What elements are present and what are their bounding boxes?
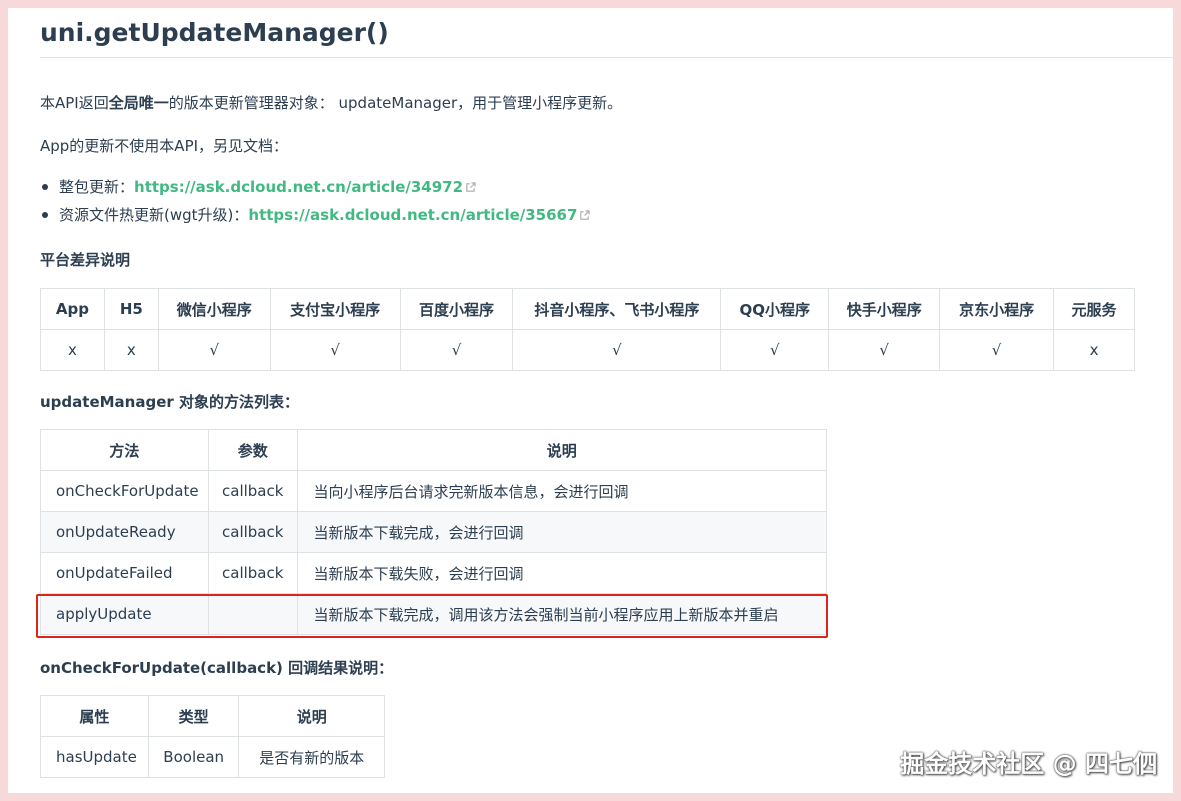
table-row: onUpdateReady callback 当新版本下载完成，会进行回调 (40, 511, 828, 553)
method-param: callback (207, 552, 298, 594)
methods-heading: updateManager 对象的方法列表： (40, 393, 299, 411)
th-method: 方法 (40, 429, 209, 471)
method-name: onUpdateReady (40, 511, 209, 553)
list-item: 资源文件热更新(wgt升级)：https://ask.dcloud.net.cn… (41, 201, 591, 229)
th-desc: 说明 (238, 695, 385, 737)
table-row: hasUpdate Boolean 是否有新的版本 (40, 736, 385, 778)
th-douyin-feishu: 抖音小程序、飞书小程序 (512, 288, 722, 330)
page-title: uni.getUpdateManager() (40, 18, 1173, 58)
article-link-34972[interactable]: https://ask.dcloud.net.cn/article/34972 (134, 178, 463, 196)
method-name: onCheckForUpdate (40, 470, 209, 512)
app-note: App的更新不使用本API，另见文档： (40, 137, 289, 155)
cell: √ (720, 329, 830, 371)
th-baidu: 百度小程序 (399, 288, 514, 330)
th-property: 属性 (40, 695, 149, 737)
method-desc: 当向小程序后台请求完新版本信息，会进行回调 (296, 470, 828, 512)
page-frame: uni.getUpdateManager() 本API返回全局唯一的版本更新管理… (8, 8, 1173, 793)
property-desc: 是否有新的版本 (238, 736, 385, 778)
cell: √ (512, 329, 722, 371)
method-desc: 当新版本下载完成，会进行回调 (296, 511, 828, 553)
property-type: Boolean (147, 736, 240, 778)
highlight-box (36, 594, 828, 638)
doc-links-list: 整包更新：https://ask.dcloud.net.cn/article/3… (40, 173, 591, 229)
table-header-row: 方法 参数 说明 (40, 429, 828, 471)
external-link-icon (580, 210, 591, 220)
cell: √ (828, 329, 941, 371)
cell: x (40, 329, 105, 371)
th-qq: QQ小程序 (720, 288, 830, 330)
intro-prefix: 本API返回 (40, 94, 109, 112)
callback-table: 属性 类型 说明 hasUpdate Boolean 是否有新的版本 (40, 695, 385, 778)
cell: x (1053, 329, 1135, 371)
table-row: x x √ √ √ √ √ √ √ x (40, 329, 1135, 371)
th-param: 参数 (207, 429, 298, 471)
property-name: hasUpdate (40, 736, 149, 778)
method-param: callback (207, 511, 298, 553)
link-label: 资源文件热更新(wgt升级)： (59, 206, 249, 224)
th-atomic-service: 元服务 (1053, 288, 1135, 330)
platform-table: App H5 微信小程序 支付宝小程序 百度小程序 抖音小程序、飞书小程序 QQ… (40, 288, 1135, 371)
th-h5: H5 (103, 288, 159, 330)
cell: √ (157, 329, 271, 371)
th-jd: 京东小程序 (939, 288, 1055, 330)
th-type: 类型 (147, 695, 240, 737)
table-row: onUpdateFailed callback 当新版本下载失败，会进行回调 (40, 552, 828, 594)
cell: √ (939, 329, 1055, 371)
table-header-row: App H5 微信小程序 支付宝小程序 百度小程序 抖音小程序、飞书小程序 QQ… (40, 288, 1135, 330)
intro-suffix: 的版本更新管理器对象： updateManager，用于管理小程序更新。 (168, 94, 623, 112)
th-weixin: 微信小程序 (157, 288, 271, 330)
method-param: callback (207, 470, 298, 512)
external-link-icon (466, 182, 476, 192)
th-kuaishou: 快手小程序 (828, 288, 941, 330)
watermark: 掘金技术社区 @ 四七伵 (900, 750, 1157, 778)
cell: √ (269, 329, 401, 371)
table-header-row: 属性 类型 说明 (40, 695, 385, 737)
th-alipay: 支付宝小程序 (269, 288, 401, 330)
th-app: App (40, 288, 105, 330)
article-link-35667[interactable]: https://ask.dcloud.net.cn/article/35667 (248, 206, 577, 224)
th-desc: 说明 (296, 429, 828, 471)
callback-heading: onCheckForUpdate(callback) 回调结果说明： (40, 659, 394, 677)
intro-paragraph: 本API返回全局唯一的版本更新管理器对象： updateManager，用于管理… (40, 92, 622, 113)
intro-bold: 全局唯一 (108, 94, 169, 112)
cell: √ (399, 329, 514, 371)
method-name: onUpdateFailed (40, 552, 209, 594)
table-row: onCheckForUpdate callback 当向小程序后台请求完新版本信… (40, 470, 828, 512)
platform-heading: 平台差异说明 (40, 251, 131, 269)
cell: x (103, 329, 159, 371)
link-label: 整包更新： (59, 178, 135, 196)
list-item: 整包更新：https://ask.dcloud.net.cn/article/3… (41, 173, 590, 201)
method-desc: 当新版本下载失败，会进行回调 (296, 552, 828, 594)
